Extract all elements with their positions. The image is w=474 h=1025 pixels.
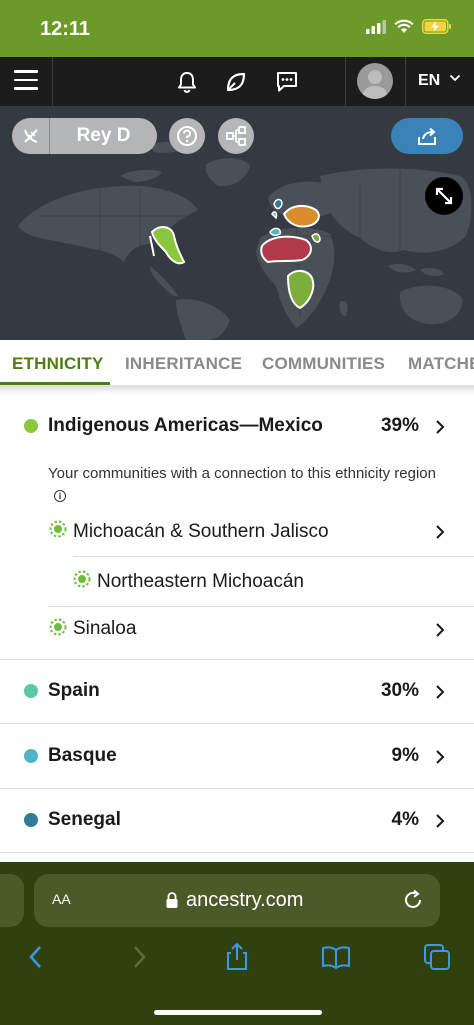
tree-selector[interactable]: Rey D (12, 118, 157, 154)
chevron-right-icon (436, 685, 445, 699)
tree-owner-name: Rey D (76, 125, 131, 146)
divider (48, 606, 474, 607)
status-time: 12:11 (40, 18, 91, 40)
signal-icon (366, 19, 386, 34)
community-icon (73, 570, 91, 588)
chevron-right-icon (436, 525, 445, 539)
previous-tab-preview[interactable] (0, 874, 24, 927)
app-nav-bar (0, 57, 474, 106)
chevron-right-icon (436, 623, 445, 637)
region-percent: 9% (391, 745, 419, 766)
bell-icon[interactable] (174, 69, 200, 95)
divider (0, 788, 474, 789)
region-row-basque[interactable]: Basque 9% (0, 734, 474, 778)
profile-placeholder-icon (361, 70, 389, 99)
region-name: Spain (48, 680, 100, 701)
community-row-ne-michoacan[interactable]: Northeastern Michoacán (0, 560, 474, 604)
language-selector[interactable]: EN (418, 72, 440, 90)
expand-map-button[interactable] (425, 177, 463, 215)
divider (0, 723, 474, 724)
home-indicator (154, 1010, 322, 1015)
expand-icon (435, 187, 453, 205)
text-size-button[interactable]: AA (52, 891, 71, 909)
question-icon (177, 126, 197, 146)
divider (0, 852, 474, 853)
region-percent: 30% (380, 680, 419, 701)
communities-description: Your communities with a connection to th… (48, 465, 436, 502)
help-button[interactable] (169, 118, 205, 154)
battery-charging-icon (422, 19, 451, 34)
chevron-right-icon (436, 750, 445, 764)
dna-icon (12, 118, 50, 154)
url-text: ancestry.com (186, 889, 304, 911)
chevron-right-icon (436, 420, 445, 434)
region-row-spain[interactable]: Spain 30% (0, 670, 474, 714)
section-tabs: ETHNICITY INHERITANCE COMMUNITIES MATCHE… (0, 340, 474, 386)
share-button[interactable] (391, 118, 463, 154)
region-name: Basque (48, 745, 117, 766)
lock-icon (166, 892, 178, 908)
region-percent: 39% (380, 415, 419, 436)
tab-communities[interactable]: COMMUNITIES (262, 354, 385, 374)
share-icon (418, 127, 436, 145)
community-icon (49, 618, 67, 636)
tab-shadow (0, 386, 474, 394)
region-row-senegal[interactable]: Senegal 4% (0, 799, 474, 843)
community-row-michoacan-jalisco[interactable]: Michoacán & Southern Jalisco (0, 512, 474, 556)
share-sheet-icon[interactable] (222, 942, 252, 972)
family-tree-icon (226, 126, 246, 146)
chevron-right-icon (436, 814, 445, 828)
region-color-dot (24, 749, 38, 763)
status-bar: 12:11 (0, 0, 474, 57)
tabs-icon[interactable] (422, 942, 452, 972)
region-color-dot (24, 419, 38, 433)
forward-icon[interactable] (124, 942, 154, 972)
menu-icon[interactable] (14, 70, 38, 92)
region-percent: 4% (391, 809, 419, 830)
tab-ethnicity[interactable]: ETHNICITY (12, 354, 104, 374)
region-name: Indigenous Americas—Mexico (48, 415, 323, 436)
community-row-sinaloa[interactable]: Sinaloa (0, 610, 474, 654)
region-row-indigenous-mexico[interactable]: Indigenous Americas—Mexico 39% (0, 404, 474, 448)
bookmarks-icon[interactable] (321, 942, 351, 972)
tree-view-button[interactable] (218, 118, 254, 154)
region-name: Senegal (48, 809, 121, 830)
avatar[interactable] (357, 63, 393, 99)
tab-matches[interactable]: MATCHES (408, 354, 474, 374)
community-icon (49, 520, 67, 538)
back-icon[interactable] (22, 942, 52, 972)
messages-icon[interactable] (274, 69, 300, 95)
info-icon[interactable]: i (54, 490, 66, 502)
community-name: Michoacán & Southern Jalisco (73, 521, 329, 542)
leaf-hint-icon[interactable] (223, 69, 249, 95)
chevron-down-icon[interactable] (449, 73, 461, 83)
region-color-dot (24, 813, 38, 827)
wifi-icon (394, 19, 414, 33)
region-color-dot (24, 684, 38, 698)
divider (73, 556, 474, 557)
community-name: Sinaloa (73, 618, 137, 639)
tab-inheritance[interactable]: INHERITANCE (125, 354, 242, 374)
status-icons (366, 19, 452, 34)
reload-icon[interactable] (402, 889, 424, 911)
community-name: Northeastern Michoacán (97, 571, 304, 592)
divider (0, 659, 474, 660)
